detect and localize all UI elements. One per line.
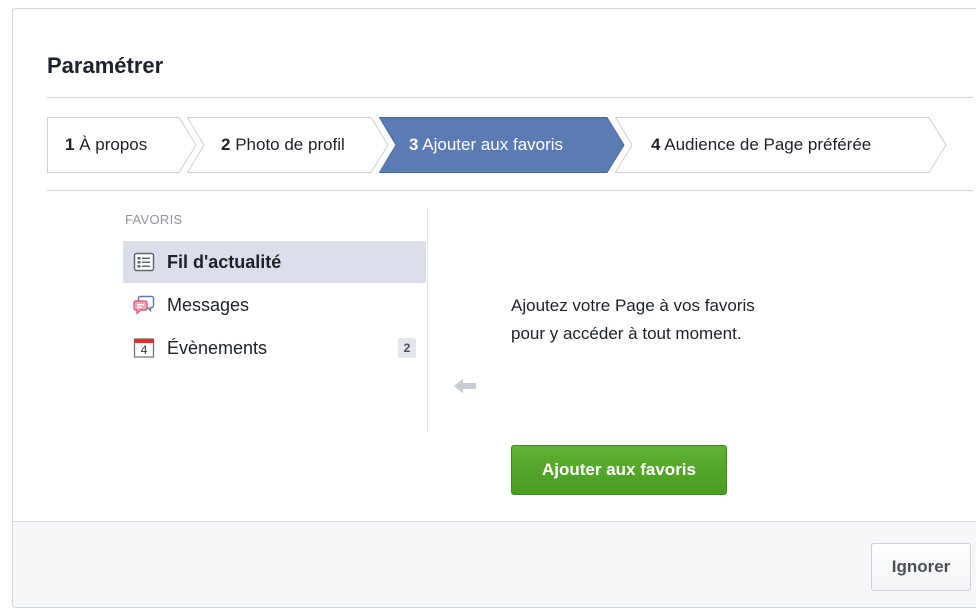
step-number: 1 — [65, 135, 75, 154]
news-feed-icon — [133, 251, 155, 273]
setup-dialog: Paramétrer 1 À propos 2 Photo de profil — [12, 8, 976, 608]
stepper: 1 À propos 2 Photo de profil 3 Ajouter a… — [47, 117, 947, 173]
favorites-item-label: Évènements — [167, 337, 268, 358]
ignore-button[interactable]: Ignorer — [871, 543, 971, 591]
step-label: Photo de profil — [235, 135, 345, 154]
favorites-item-label: Messages — [167, 294, 250, 315]
step-number: 3 — [409, 135, 419, 154]
favorites-item-messages: Messages — [123, 284, 426, 326]
step-label: Ajouter aux favoris — [422, 135, 564, 154]
stepper-divider — [47, 190, 973, 191]
step-label: Audience de Page préférée — [664, 135, 872, 154]
step-number: 4 — [651, 135, 661, 154]
arrow-left-icon — [453, 377, 477, 400]
preview-divider — [427, 209, 428, 433]
calendar-icon: 4 — [133, 337, 155, 359]
favorites-item-events: 4 Évènements 2 — [123, 327, 426, 369]
step-about[interactable]: 1 À propos — [47, 117, 197, 173]
favorites-item-label: Fil d'actualité — [167, 251, 282, 272]
events-count-badge: 2 — [398, 338, 416, 358]
messages-icon — [133, 294, 155, 316]
dialog-title: Paramétrer — [47, 53, 164, 78]
step-preferred-audience[interactable]: 4 Audience de Page préférée — [615, 117, 947, 173]
dialog-footer: Ignorer — [13, 521, 976, 607]
step-label: À propos — [79, 135, 148, 154]
favorites-item-news-feed: Fil d'actualité — [123, 241, 426, 283]
favorites-description: Ajoutez votre Page à vos favoris pour y … — [511, 296, 755, 343]
step-add-favorites[interactable]: 3 Ajouter aux favoris — [379, 117, 625, 173]
title-divider — [47, 97, 973, 98]
favorites-heading: FAVORIS — [125, 212, 183, 227]
step-profile-photo[interactable]: 2 Photo de profil — [187, 117, 389, 173]
step-number: 2 — [221, 135, 231, 154]
calendar-day: 4 — [140, 343, 148, 357]
add-to-favorites-button[interactable]: Ajouter aux favoris — [511, 445, 727, 495]
